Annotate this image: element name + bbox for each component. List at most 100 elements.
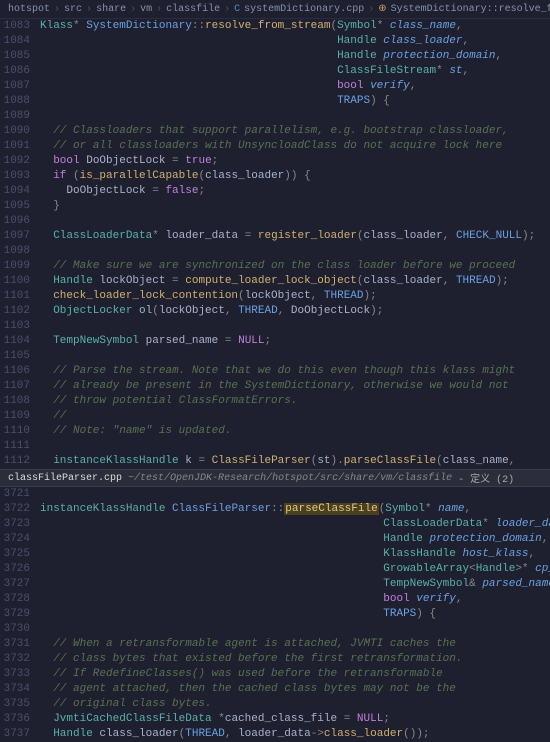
code-line[interactable]: 3727 TempNewSymbol& parsed_name,	[0, 577, 550, 592]
code-line[interactable]: 3722instanceKlassHandle ClassFileParser:…	[0, 502, 550, 517]
line-content[interactable]: TempNewSymbol& parsed_name,	[40, 577, 550, 592]
line-content[interactable]: Handle lockObject = compute_loader_lock_…	[40, 274, 550, 289]
line-content[interactable]: GrowableArray<Handle>* cp_patches,	[40, 562, 550, 577]
line-content[interactable]	[40, 439, 550, 454]
line-content[interactable]	[40, 214, 550, 229]
breadcrumb-symbol[interactable]: SystemDictionary::resolve_from_stream(Sy…	[391, 4, 550, 15]
code-line[interactable]: 1091 // or all classloaders with Unsyncl…	[0, 139, 550, 154]
line-content[interactable]: KlassHandle host_klass,	[40, 547, 550, 562]
code-line[interactable]: 3725 KlassHandle host_klass,	[0, 547, 550, 562]
code-line[interactable]: 1086 ClassFileStream* st,	[0, 64, 550, 79]
line-content[interactable]: // If RedefineClasses() was used before …	[40, 667, 550, 682]
code-line[interactable]: 1101 check_loader_lock_contention(lockOb…	[0, 289, 550, 304]
line-content[interactable]: check_loader_lock_contention(lockObject,…	[40, 289, 550, 304]
code-line[interactable]: 3732 // class bytes that existed before …	[0, 652, 550, 667]
code-line[interactable]: 3736 JvmtiCachedClassFileData *cached_cl…	[0, 712, 550, 727]
line-content[interactable]: ObjectLocker ol(lockObject, THREAD, DoOb…	[40, 304, 550, 319]
code-line[interactable]: 1089	[0, 109, 550, 124]
line-content[interactable]: Handle class_loader,	[40, 34, 550, 49]
line-content[interactable]: // agent attached, then the cached class…	[40, 682, 550, 697]
line-content[interactable]: // Make sure we are synchronized on the …	[40, 259, 550, 274]
code-line[interactable]: 3731 // When a retransformable agent is …	[0, 637, 550, 652]
code-line[interactable]: 1090 // Classloaders that support parall…	[0, 124, 550, 139]
code-line[interactable]: 1097 ClassLoaderData* loader_data = regi…	[0, 229, 550, 244]
code-line[interactable]: 1105	[0, 349, 550, 364]
line-content[interactable]: ClassLoaderData* loader_data,	[40, 517, 550, 532]
breadcrumb-part[interactable]: src	[64, 4, 82, 15]
code-line[interactable]: 1088 TRAPS) {	[0, 94, 550, 109]
line-content[interactable]: ClassFileStream* st,	[40, 64, 550, 79]
code-line[interactable]: 1095 }	[0, 199, 550, 214]
line-content[interactable]: Klass* SystemDictionary::resolve_from_st…	[40, 19, 550, 34]
breadcrumb-part[interactable]: hotspot	[8, 4, 50, 15]
line-content[interactable]: TempNewSymbol parsed_name = NULL;	[40, 334, 550, 349]
code-line[interactable]: 1107 // already be present in the System…	[0, 379, 550, 394]
code-line[interactable]: 3724 Handle protection_domain,	[0, 532, 550, 547]
line-content[interactable]: //	[40, 409, 550, 424]
line-content[interactable]: }	[40, 199, 550, 214]
line-content[interactable]: instanceKlassHandle ClassFileParser::par…	[40, 502, 550, 517]
code-line[interactable]: 1110 // Note: "name" is updated.	[0, 424, 550, 439]
line-content[interactable]: DoObjectLock = false;	[40, 184, 550, 199]
line-content[interactable]: // Note: "name" is updated.	[40, 424, 550, 439]
code-line[interactable]: 1096	[0, 214, 550, 229]
code-line[interactable]: 3735 // original class bytes.	[0, 697, 550, 712]
code-line[interactable]: 1112 instanceKlassHandle k = ClassFilePa…	[0, 454, 550, 469]
code-line[interactable]: 1106 // Parse the stream. Note that we d…	[0, 364, 550, 379]
code-line[interactable]: 3737 Handle class_loader(THREAD, loader_…	[0, 727, 550, 742]
line-content[interactable]: // or all classloaders with UnsyncloadCl…	[40, 139, 550, 154]
line-content[interactable]: bool verify,	[40, 79, 550, 94]
code-line[interactable]: 1087 bool verify,	[0, 79, 550, 94]
line-content[interactable]: // Parse the stream. Note that we do thi…	[40, 364, 550, 379]
code-line[interactable]: 1092 bool DoObjectLock = true;	[0, 154, 550, 169]
code-line[interactable]: 1084 Handle class_loader,	[0, 34, 550, 49]
line-content[interactable]: // original class bytes.	[40, 697, 550, 712]
editor-bottom-pane[interactable]: 37213722instanceKlassHandle ClassFilePar…	[0, 487, 550, 742]
code-line[interactable]: 1108 // throw potential ClassFormatError…	[0, 394, 550, 409]
line-content[interactable]: // already be present in the SystemDicti…	[40, 379, 550, 394]
line-content[interactable]: // class bytes that existed before the f…	[40, 652, 550, 667]
editor-top-pane[interactable]: 1083Klass* SystemDictionary::resolve_fro…	[0, 19, 550, 469]
code-line[interactable]: 1103	[0, 319, 550, 334]
code-line[interactable]: 1104 TempNewSymbol parsed_name = NULL;	[0, 334, 550, 349]
breadcrumb-part[interactable]: vm	[140, 4, 152, 15]
code-line[interactable]: 3729 TRAPS) {	[0, 607, 550, 622]
line-content[interactable]: // When a retransformable agent is attac…	[40, 637, 550, 652]
line-content[interactable]	[40, 487, 550, 502]
line-content[interactable]	[40, 622, 550, 637]
line-content[interactable]: ClassLoaderData* loader_data = register_…	[40, 229, 550, 244]
line-content[interactable]	[40, 349, 550, 364]
line-content[interactable]: JvmtiCachedClassFileData *cached_class_f…	[40, 712, 550, 727]
line-content[interactable]: instanceKlassHandle k = ClassFileParser(…	[40, 454, 550, 469]
line-content[interactable]	[40, 244, 550, 259]
code-line[interactable]: 3734 // agent attached, then the cached …	[0, 682, 550, 697]
breadcrumb-part[interactable]: share	[96, 4, 126, 15]
line-content[interactable]: bool verify,	[40, 592, 550, 607]
code-line[interactable]: 1102 ObjectLocker ol(lockObject, THREAD,…	[0, 304, 550, 319]
code-line[interactable]: 3721	[0, 487, 550, 502]
peek-header[interactable]: classFileParser.cpp ~/test/OpenJDK-Resea…	[0, 469, 550, 487]
code-line[interactable]: 3723 ClassLoaderData* loader_data,	[0, 517, 550, 532]
code-line[interactable]: 1100 Handle lockObject = compute_loader_…	[0, 274, 550, 289]
breadcrumb-part[interactable]: classfile	[166, 4, 220, 15]
line-content[interactable]: // throw potential ClassFormatErrors.	[40, 394, 550, 409]
code-line[interactable]: 3733 // If RedefineClasses() was used be…	[0, 667, 550, 682]
code-line[interactable]: 3726 GrowableArray<Handle>* cp_patches,	[0, 562, 550, 577]
line-content[interactable]: Handle protection_domain,	[40, 532, 550, 547]
code-line[interactable]: 1085 Handle protection_domain,	[0, 49, 550, 64]
code-line[interactable]: 1109 //	[0, 409, 550, 424]
breadcrumb[interactable]: hotspot › src › share › vm › classfile ›…	[0, 0, 550, 19]
line-content[interactable]	[40, 109, 550, 124]
line-content[interactable]: if (is_parallelCapable(class_loader)) {	[40, 169, 550, 184]
code-line[interactable]: 1093 if (is_parallelCapable(class_loader…	[0, 169, 550, 184]
code-line[interactable]: 1099 // Make sure we are synchronized on…	[0, 259, 550, 274]
line-content[interactable]: TRAPS) {	[40, 607, 550, 622]
code-line[interactable]: 1083Klass* SystemDictionary::resolve_fro…	[0, 19, 550, 34]
line-content[interactable]	[40, 319, 550, 334]
code-line[interactable]: 3728 bool verify,	[0, 592, 550, 607]
code-line[interactable]: 1111	[0, 439, 550, 454]
line-content[interactable]: TRAPS) {	[40, 94, 550, 109]
code-line[interactable]: 3730	[0, 622, 550, 637]
line-content[interactable]: bool DoObjectLock = true;	[40, 154, 550, 169]
line-content[interactable]: Handle class_loader(THREAD, loader_data-…	[40, 727, 550, 742]
